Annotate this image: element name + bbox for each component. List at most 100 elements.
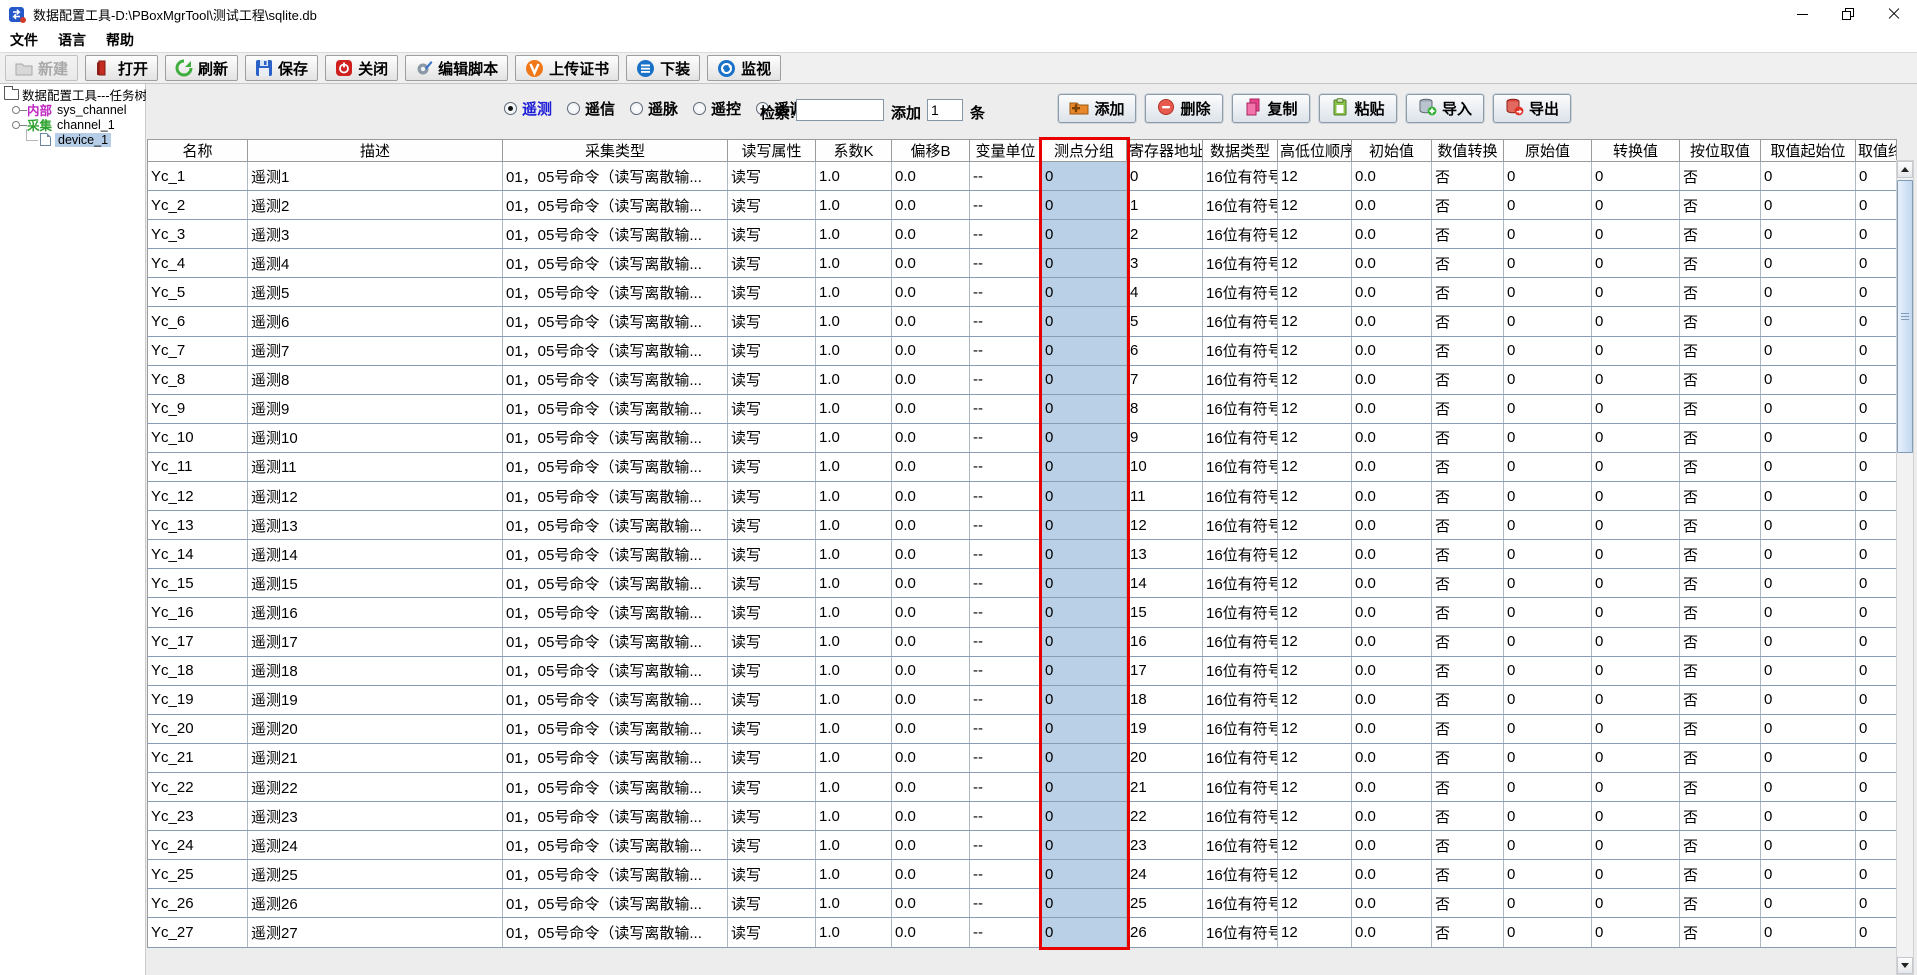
table-cell[interactable]: 否 bbox=[1680, 365, 1761, 394]
table-cell[interactable]: 0 bbox=[1856, 656, 1897, 685]
table-cell[interactable]: 0 bbox=[1856, 743, 1897, 772]
table-cell[interactable]: 遥测7 bbox=[248, 336, 503, 365]
table-cell[interactable]: 否 bbox=[1432, 802, 1504, 831]
table-cell[interactable]: 9 bbox=[1127, 423, 1203, 452]
table-cell[interactable]: 遥测2 bbox=[248, 191, 503, 220]
table-cell[interactable]: 否 bbox=[1432, 423, 1504, 452]
table-cell[interactable]: 否 bbox=[1680, 860, 1761, 889]
table-cell[interactable]: 0.0 bbox=[892, 336, 970, 365]
table-cell[interactable]: 0.0 bbox=[892, 365, 970, 394]
table-cell[interactable]: 0 bbox=[1042, 772, 1127, 801]
table-cell[interactable]: 24 bbox=[1127, 860, 1203, 889]
column-header-按位取值[interactable]: 按位取值 bbox=[1680, 140, 1761, 162]
table-cell[interactable]: 遥测18 bbox=[248, 656, 503, 685]
table-cell[interactable]: 0 bbox=[1856, 511, 1897, 540]
table-cell[interactable]: 0 bbox=[1761, 365, 1856, 394]
table-cell[interactable]: 0 bbox=[1856, 482, 1897, 511]
table-cell[interactable]: 0.0 bbox=[892, 191, 970, 220]
table-cell[interactable]: -- bbox=[970, 365, 1042, 394]
table-cell[interactable]: 0 bbox=[1592, 569, 1680, 598]
table-cell[interactable]: 16位有符号 bbox=[1203, 656, 1278, 685]
table-cell[interactable]: Yc_9 bbox=[148, 394, 248, 423]
column-header-初始值[interactable]: 初始值 bbox=[1352, 140, 1432, 162]
table-cell[interactable]: 读写 bbox=[728, 569, 816, 598]
table-cell[interactable]: 0.0 bbox=[1352, 802, 1432, 831]
table-cell[interactable]: 16位有符号 bbox=[1203, 540, 1278, 569]
table-cell[interactable]: 0 bbox=[1042, 831, 1127, 860]
column-header-数据类型[interactable]: 数据类型 bbox=[1203, 140, 1278, 162]
table-cell[interactable]: 否 bbox=[1680, 598, 1761, 627]
table-cell[interactable]: Yc_20 bbox=[148, 714, 248, 743]
table-cell[interactable]: -- bbox=[970, 336, 1042, 365]
table-cell[interactable]: 读写 bbox=[728, 685, 816, 714]
table-cell[interactable]: 否 bbox=[1432, 220, 1504, 249]
table-cell[interactable]: 否 bbox=[1432, 452, 1504, 481]
table-cell[interactable]: 16位有符号 bbox=[1203, 743, 1278, 772]
table-cell[interactable]: 0 bbox=[1592, 656, 1680, 685]
table-cell[interactable]: 0.0 bbox=[892, 540, 970, 569]
table-cell[interactable]: 0 bbox=[1042, 540, 1127, 569]
table-cell[interactable]: 0 bbox=[1761, 802, 1856, 831]
table-cell[interactable]: 12 bbox=[1278, 482, 1352, 511]
table-cell[interactable]: 0 bbox=[1042, 627, 1127, 656]
table-cell[interactable]: 否 bbox=[1680, 482, 1761, 511]
table-cell[interactable]: 12 bbox=[1278, 365, 1352, 394]
table-cell[interactable]: 0 bbox=[1856, 802, 1897, 831]
table-cell[interactable]: 0.0 bbox=[1352, 656, 1432, 685]
table-cell[interactable]: Yc_13 bbox=[148, 511, 248, 540]
table-cell[interactable]: 0 bbox=[1761, 278, 1856, 307]
table-cell[interactable]: -- bbox=[970, 860, 1042, 889]
table-cell[interactable]: 否 bbox=[1680, 714, 1761, 743]
table-cell[interactable]: -- bbox=[970, 743, 1042, 772]
table-cell[interactable]: 0 bbox=[1504, 423, 1592, 452]
table-cell[interactable]: 否 bbox=[1432, 860, 1504, 889]
action-button-复制[interactable]: 复制 bbox=[1232, 94, 1310, 123]
table-cell[interactable]: 0 bbox=[1592, 278, 1680, 307]
table-cell[interactable]: 0.0 bbox=[1352, 452, 1432, 481]
table-cell[interactable]: Yc_14 bbox=[148, 540, 248, 569]
table-cell[interactable]: -- bbox=[970, 627, 1042, 656]
table-cell[interactable]: 12 bbox=[1278, 162, 1352, 191]
table-cell[interactable]: 0.0 bbox=[1352, 860, 1432, 889]
table-cell[interactable]: 0 bbox=[1042, 714, 1127, 743]
table-cell[interactable]: 16位有符号 bbox=[1203, 685, 1278, 714]
table-cell[interactable]: 0.0 bbox=[892, 452, 970, 481]
table-cell[interactable]: 0.0 bbox=[1352, 162, 1432, 191]
table-cell[interactable]: 01，05号命令（读写离散输... bbox=[503, 889, 728, 918]
table-cell[interactable]: 16位有符号 bbox=[1203, 860, 1278, 889]
menu-item-文件[interactable]: 文件 bbox=[0, 30, 48, 50]
table-cell[interactable]: 16位有符号 bbox=[1203, 191, 1278, 220]
table-cell[interactable]: 遥测11 bbox=[248, 452, 503, 481]
table-cell[interactable]: 16位有符号 bbox=[1203, 452, 1278, 481]
table-cell[interactable]: 1.0 bbox=[816, 743, 892, 772]
table-cell[interactable]: 0 bbox=[1761, 191, 1856, 220]
table-cell[interactable]: 否 bbox=[1432, 714, 1504, 743]
table-cell[interactable]: 23 bbox=[1127, 831, 1203, 860]
table-cell[interactable]: 遥测4 bbox=[248, 249, 503, 278]
table-cell[interactable]: 0.0 bbox=[1352, 685, 1432, 714]
table-cell[interactable]: 26 bbox=[1127, 918, 1203, 947]
table-cell[interactable]: 遥测21 bbox=[248, 743, 503, 772]
table-cell[interactable]: 否 bbox=[1432, 656, 1504, 685]
table-cell[interactable]: Yc_8 bbox=[148, 365, 248, 394]
table-cell[interactable]: 读写 bbox=[728, 482, 816, 511]
table-cell[interactable]: 2 bbox=[1127, 220, 1203, 249]
table-cell[interactable]: 遥测22 bbox=[248, 772, 503, 801]
table-cell[interactable]: 否 bbox=[1432, 482, 1504, 511]
table-cell[interactable]: 0 bbox=[1042, 598, 1127, 627]
table-cell[interactable]: 0.0 bbox=[892, 569, 970, 598]
table-cell[interactable]: 0.0 bbox=[1352, 249, 1432, 278]
table-cell[interactable]: 6 bbox=[1127, 336, 1203, 365]
table-cell[interactable]: 0 bbox=[1504, 394, 1592, 423]
toolbar-button-保存[interactable]: 保存 bbox=[245, 55, 318, 81]
table-cell[interactable]: 0 bbox=[1761, 162, 1856, 191]
table-cell[interactable]: 否 bbox=[1432, 365, 1504, 394]
table-cell[interactable]: 读写 bbox=[728, 772, 816, 801]
table-cell[interactable]: Yc_4 bbox=[148, 249, 248, 278]
table-cell[interactable]: 19 bbox=[1127, 714, 1203, 743]
table-cell[interactable]: 0 bbox=[1592, 540, 1680, 569]
table-cell[interactable]: 1.0 bbox=[816, 278, 892, 307]
table-cell[interactable]: 1.0 bbox=[816, 394, 892, 423]
table-cell[interactable]: Yc_15 bbox=[148, 569, 248, 598]
table-cell[interactable]: 0 bbox=[1856, 336, 1897, 365]
